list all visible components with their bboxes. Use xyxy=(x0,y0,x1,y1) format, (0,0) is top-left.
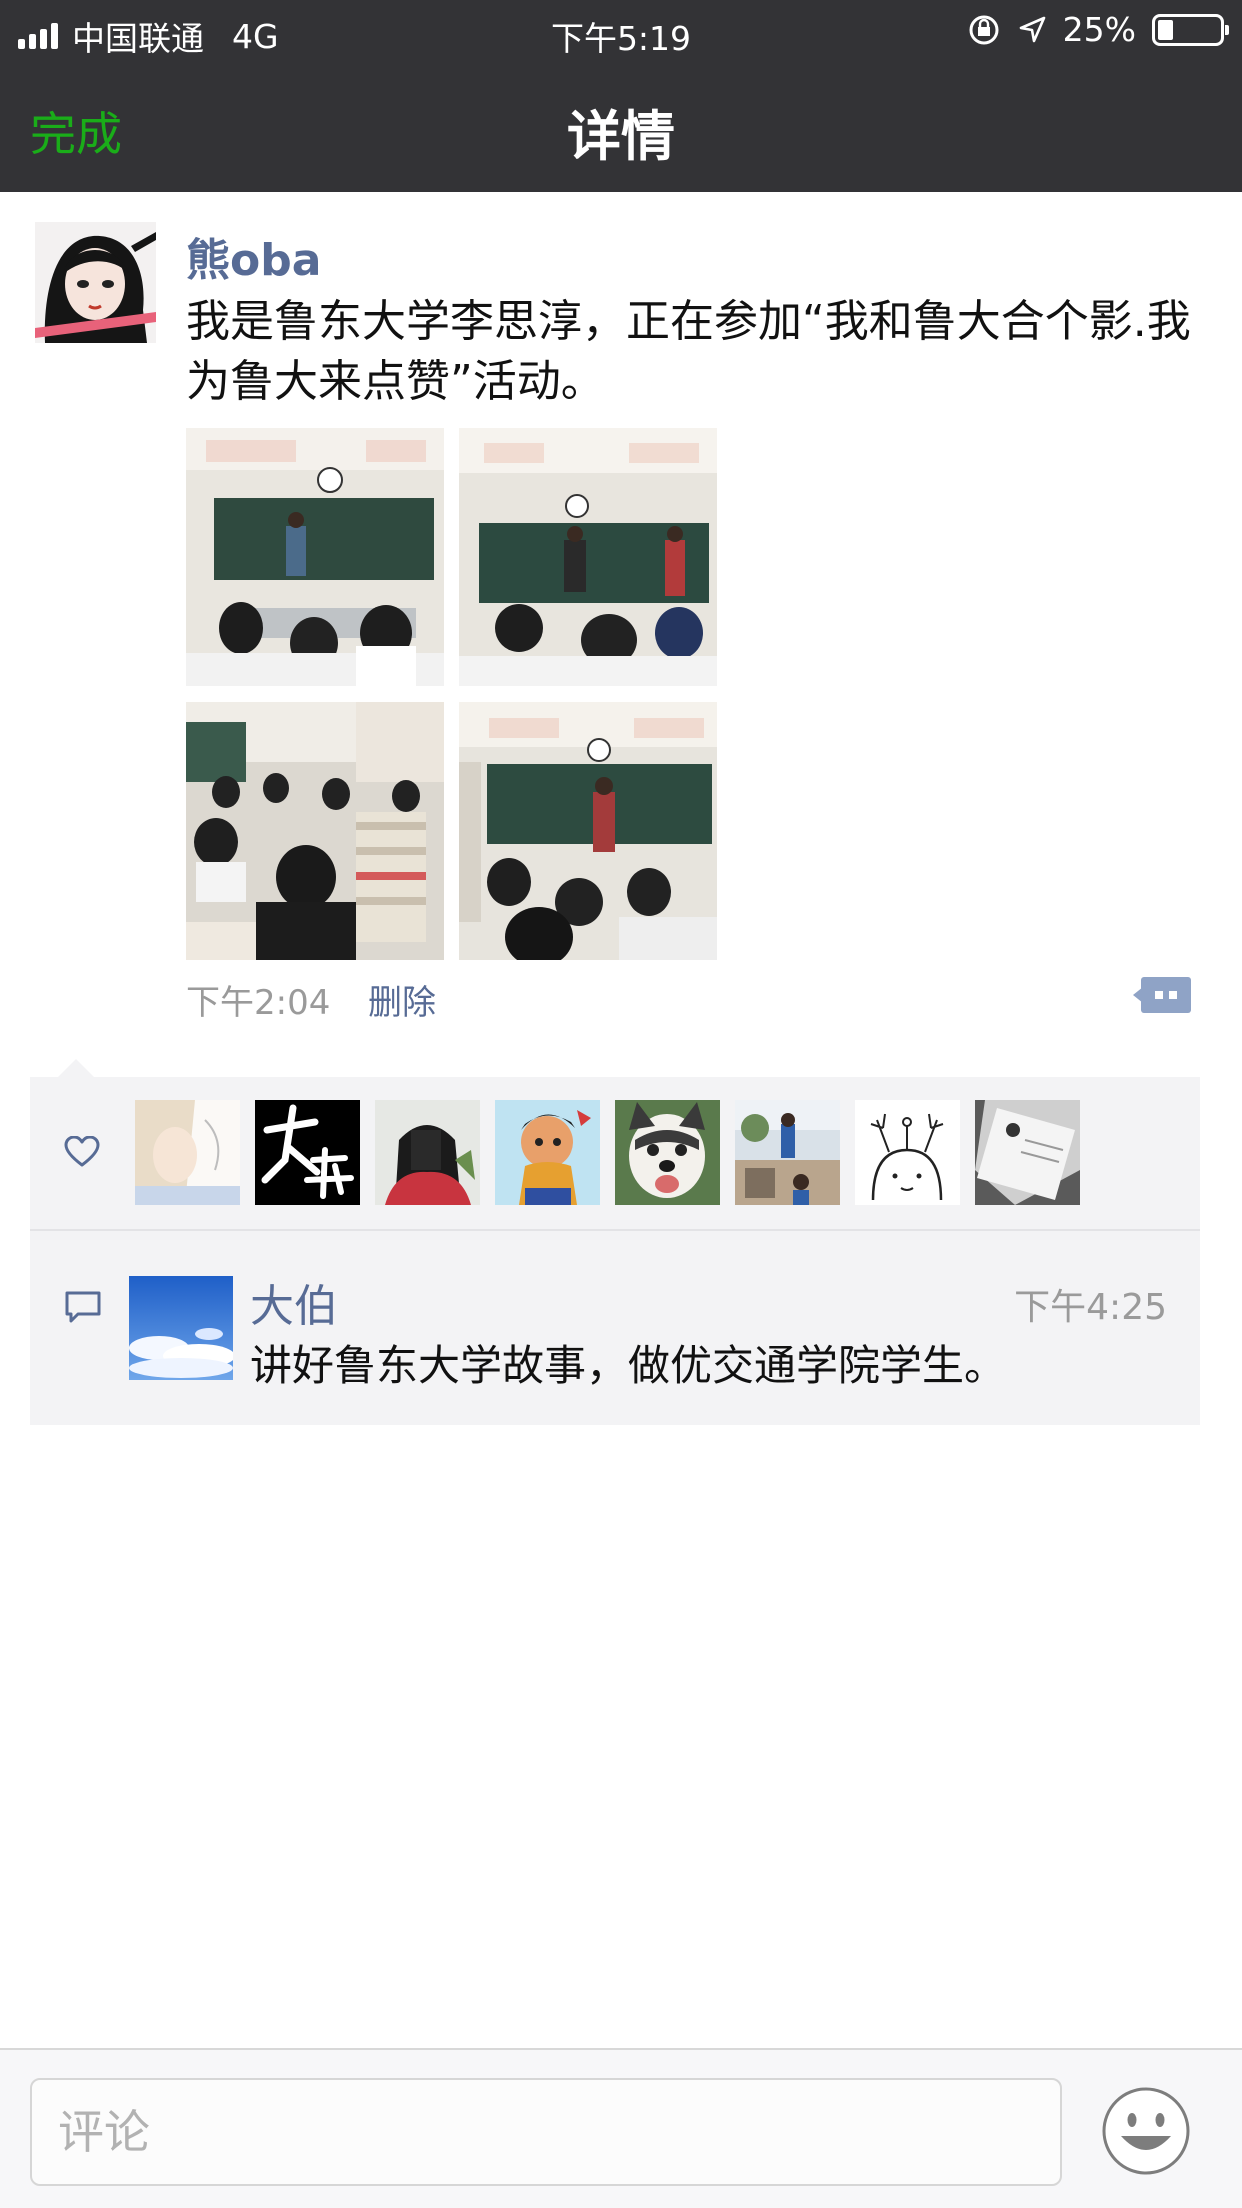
liker-avatar-sketch[interactable] xyxy=(855,1100,960,1205)
post-time: 下午2:04 xyxy=(186,983,331,1023)
page-title: 详情 xyxy=(567,105,675,168)
liker-avatar-dog[interactable] xyxy=(615,1100,720,1205)
heart-outline-icon xyxy=(64,1136,100,1167)
post-text: 我是鲁东大学李思淳，正在参加“我和鲁大合个影.我为鲁大来点赞”活动。 xyxy=(186,296,1191,407)
battery-icon xyxy=(1152,13,1229,46)
liker-avatar-card[interactable] xyxy=(975,1100,1080,1205)
panel-caret xyxy=(58,1059,94,1077)
orientation-lock-icon xyxy=(969,15,999,44)
emoji-icon[interactable] xyxy=(1101,2086,1191,2176)
delete-button[interactable]: 删除 xyxy=(368,975,436,1024)
nav-bar: 完成 详情 xyxy=(0,62,1242,192)
comment-text[interactable]: 讲好鲁东大学故事，做优交通学院学生。 xyxy=(250,1332,1006,1393)
commenter-avatar[interactable] xyxy=(129,1276,233,1380)
comment-time: 下午4:25 xyxy=(1014,1287,1167,1328)
comment-action-icon[interactable] xyxy=(1133,975,1191,1015)
liker-avatar-outdoor[interactable] xyxy=(735,1100,840,1205)
author-avatar[interactable] xyxy=(35,222,156,343)
location-icon xyxy=(1019,16,1045,42)
author-name[interactable]: 熊oba xyxy=(186,224,321,288)
battery-percent: 25% xyxy=(1062,10,1136,49)
liker-avatar-selfie[interactable] xyxy=(375,1100,480,1205)
status-right: 25% xyxy=(967,10,1229,49)
post-photo[interactable] xyxy=(459,702,717,960)
comment-bubble-icon xyxy=(65,1291,101,1323)
status-bar: 中国联通 4G 下午5:19 25% xyxy=(0,0,1242,62)
panel-divider xyxy=(30,1229,1200,1231)
post-photo[interactable] xyxy=(186,428,444,686)
post-photo[interactable] xyxy=(459,428,717,686)
liker-avatar-anime[interactable] xyxy=(135,1100,240,1205)
liker-avatar-cartoon[interactable] xyxy=(495,1100,600,1205)
comment-input[interactable] xyxy=(30,2078,1062,2186)
liker-avatar-calligraphy[interactable] xyxy=(255,1100,360,1205)
commenter-name[interactable]: 大伯 xyxy=(250,1270,338,1334)
post-photo[interactable] xyxy=(186,702,444,960)
